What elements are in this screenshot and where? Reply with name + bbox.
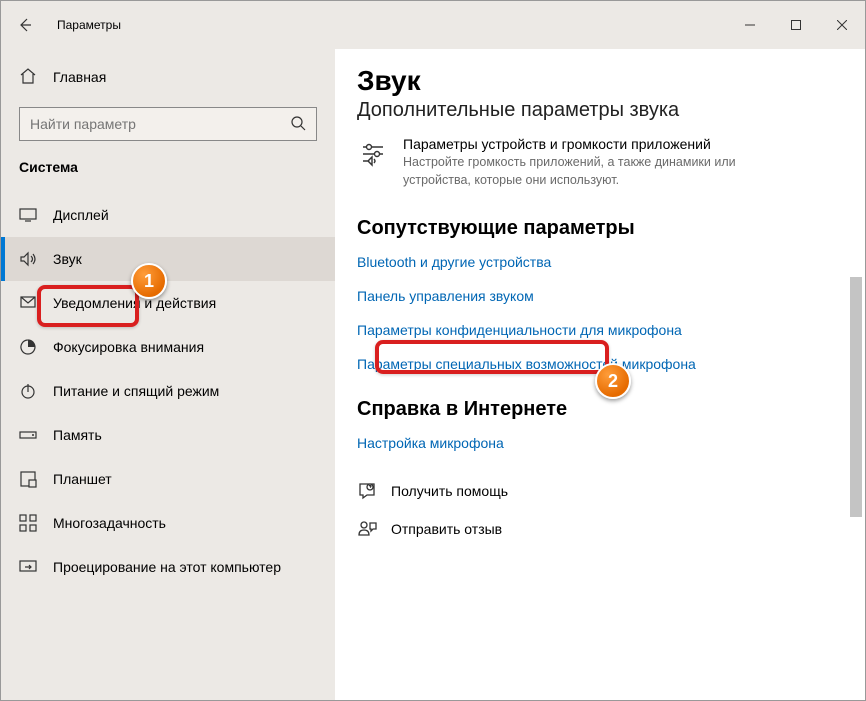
notifications-icon [19, 294, 37, 312]
link-mic-setup[interactable]: Настройка микрофона [357, 435, 843, 451]
page-title: Звук [357, 65, 843, 97]
scrollbar-thumb[interactable] [850, 277, 862, 517]
display-icon [19, 206, 37, 224]
storage-icon [19, 426, 37, 444]
app-volume-option[interactable]: Параметры устройств и громкости приложен… [357, 136, 843, 189]
sidebar-item-notifications[interactable]: Уведомления и действия [1, 281, 335, 325]
sidebar-item-label: Планшет [53, 471, 112, 487]
sidebar-item-label: Уведомления и действия [53, 295, 216, 311]
sidebar-item-label: Фокусировка внимания [53, 339, 204, 355]
multitasking-icon [19, 514, 37, 532]
sidebar-item-label: Питание и спящий режим [53, 383, 219, 399]
related-section-title: Сопутствующие параметры [357, 217, 843, 240]
projecting-icon [19, 558, 37, 576]
annotation-badge-1: 1 [131, 263, 167, 299]
search-input[interactable] [19, 107, 317, 141]
link-mic-privacy[interactable]: Параметры конфиденциальности для микрофо… [357, 322, 843, 338]
link-sound-control-panel[interactable]: Панель управления звуком [357, 288, 843, 304]
window-controls [727, 9, 865, 41]
home-icon [19, 67, 37, 88]
feedback-icon [357, 519, 377, 539]
help-section-title: Справка в Интернете [357, 398, 843, 421]
home-nav[interactable]: Главная [1, 57, 335, 97]
sidebar-item-label: Многозадачность [53, 515, 166, 531]
home-label: Главная [53, 69, 106, 85]
sidebar-item-tablet[interactable]: Планшет [1, 457, 335, 501]
option-description: Настройте громкость приложений, а также … [403, 154, 783, 189]
sidebar-item-focus[interactable]: Фокусировка внимания [1, 325, 335, 369]
sidebar-item-power[interactable]: Питание и спящий режим [1, 369, 335, 413]
category-title: Система [1, 159, 335, 175]
link-bluetooth[interactable]: Bluetooth и другие устройства [357, 254, 843, 270]
sidebar-item-label: Дисплей [53, 207, 109, 223]
close-button[interactable] [819, 9, 865, 41]
maximize-button[interactable] [773, 9, 819, 41]
sidebar-item-projecting[interactable]: Проецирование на этот компьютер [1, 545, 335, 589]
feedback-link[interactable]: Отправить отзыв [357, 519, 843, 539]
sidebar-item-label: Проецирование на этот компьютер [53, 559, 281, 575]
sidebar-item-display[interactable]: Дисплей [1, 193, 335, 237]
advanced-section-title: Дополнительные параметры звука [357, 99, 843, 122]
back-button[interactable] [1, 1, 49, 49]
get-help-link[interactable]: Получить помощь [357, 481, 843, 501]
sidebar-item-label: Звук [53, 251, 82, 267]
power-icon [19, 382, 37, 400]
search-icon [290, 115, 306, 134]
feedback-label: Отправить отзыв [391, 521, 502, 537]
minimize-button[interactable] [727, 9, 773, 41]
focus-icon [19, 338, 37, 356]
sidebar: Главная Система Дисплей Звук Уведомлен [1, 49, 335, 700]
search-field[interactable] [30, 116, 290, 132]
help-icon [357, 481, 377, 501]
window-title: Параметры [49, 18, 727, 32]
titlebar: Параметры [1, 1, 865, 49]
sidebar-item-multitasking[interactable]: Многозадачность [1, 501, 335, 545]
sidebar-item-storage[interactable]: Память [1, 413, 335, 457]
sliders-icon [357, 138, 389, 170]
tablet-icon [19, 470, 37, 488]
scrollbar-vertical[interactable] [849, 49, 863, 700]
sidebar-item-sound[interactable]: Звук [1, 237, 335, 281]
sound-icon [19, 250, 37, 268]
option-title: Параметры устройств и громкости приложен… [403, 136, 783, 152]
annotation-badge-2: 2 [595, 363, 631, 399]
get-help-label: Получить помощь [391, 483, 508, 499]
sidebar-item-label: Память [53, 427, 102, 443]
